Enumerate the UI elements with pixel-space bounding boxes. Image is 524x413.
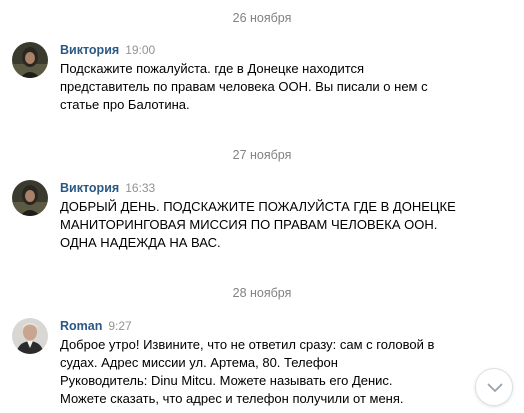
message-line: статье про Балотина.	[60, 97, 190, 112]
chat-history: 26 ноября Виктория 19:00 Подскажите пожал…	[0, 0, 524, 413]
scroll-down-button[interactable]	[475, 368, 513, 406]
message-body: Roman 9:27 Доброе утро! Извините, что не …	[60, 318, 460, 408]
message-line: Доброе утро! Извините, что не ответил ср…	[60, 337, 435, 352]
message-text: Доброе утро! Извините, что не ответил ср…	[60, 336, 460, 408]
date-divider: 26 ноября	[232, 11, 292, 25]
message-line: судах. Адрес миссии ул. Артема, 80. Теле…	[60, 355, 338, 370]
user-photo-icon	[12, 42, 48, 78]
message-header: Виктория 16:33	[60, 180, 460, 196]
avatar[interactable]	[12, 42, 48, 78]
chevron-down-icon	[487, 383, 503, 392]
message-line: Руководитель: Dinu Mitcu. Можете называт…	[60, 373, 393, 388]
date-divider: 28 ноября	[232, 286, 292, 300]
message-header: Виктория 19:00	[60, 42, 460, 58]
message-header: Roman 9:27	[60, 318, 460, 334]
message-time[interactable]: 19:00	[125, 43, 155, 57]
message-line: МАНИТОРИНГОВАЯ МИССИЯ ПО ПРАВАМ ЧЕЛОВЕКА…	[60, 217, 438, 232]
author-name[interactable]: Виктория	[60, 181, 119, 195]
message-line: представитель по правам человека ООН. Вы…	[60, 79, 428, 94]
user-photo-icon	[12, 318, 48, 354]
message-text: ДОБРЫЙ ДЕНЬ. ПОДСКАЖИТЕ ПОЖАЛУЙСТА ГДЕ В…	[60, 198, 460, 252]
message-time[interactable]: 9:27	[108, 319, 131, 333]
message-body: Виктория 19:00 Подскажите пожалуйста. где…	[60, 42, 460, 114]
date-divider: 27 ноября	[232, 148, 292, 162]
avatar[interactable]	[12, 180, 48, 216]
author-name[interactable]: Roman	[60, 319, 102, 333]
avatar[interactable]	[12, 318, 48, 354]
author-name[interactable]: Виктория	[60, 43, 119, 57]
message-time[interactable]: 16:33	[125, 181, 155, 195]
message-text: Подскажите пожалуйста. где в Донецке нах…	[60, 60, 460, 114]
message-body: Виктория 16:33 ДОБРЫЙ ДЕНЬ. ПОДСКАЖИТЕ ПО…	[60, 180, 460, 252]
message-line: Подскажите пожалуйста. где в Донецке нах…	[60, 61, 365, 76]
message-line: Можете сказать, что адрес и телефон полу…	[60, 391, 404, 406]
message-line: ДОБРЫЙ ДЕНЬ. ПОДСКАЖИТЕ ПОЖАЛУЙСТА ГДЕ В…	[60, 199, 456, 214]
message-line: ОДНА НАДЕЖДА НА ВАС.	[60, 235, 221, 250]
user-photo-icon	[12, 180, 48, 216]
